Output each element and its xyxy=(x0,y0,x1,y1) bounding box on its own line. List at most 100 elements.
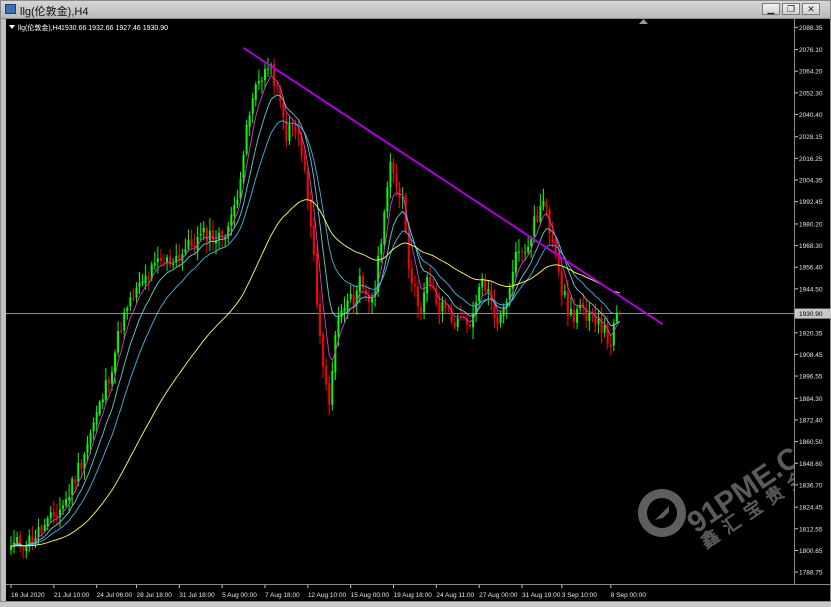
candle-body xyxy=(52,512,55,517)
candle-body xyxy=(563,291,566,296)
candle xyxy=(453,318,456,330)
candle-body xyxy=(178,254,181,259)
candle xyxy=(13,530,16,554)
candle-body xyxy=(276,85,279,87)
candle xyxy=(254,81,257,107)
candle xyxy=(410,259,413,292)
price-tick-label: 2004.35 xyxy=(799,178,823,185)
window-titlebar[interactable]: llg(伦敦金),H4 ▁ ❐ ✕ xyxy=(1,1,830,19)
candle xyxy=(386,181,389,219)
candle-body xyxy=(135,287,138,298)
candle xyxy=(159,248,162,267)
time-tick-label: 28 Jul 18:00 xyxy=(136,592,172,599)
candle-body xyxy=(163,262,165,264)
candle xyxy=(499,310,502,328)
candle-body xyxy=(358,276,361,292)
candle-body xyxy=(527,246,530,253)
minimize-button[interactable]: ▁ xyxy=(762,3,780,15)
candle xyxy=(591,307,594,323)
candle xyxy=(175,243,178,267)
candle xyxy=(309,190,312,238)
restore-button[interactable]: ❐ xyxy=(782,3,800,15)
candle xyxy=(205,225,208,254)
candle-body xyxy=(114,352,117,374)
candle xyxy=(98,399,101,417)
price-tick-label: 1968.30 xyxy=(799,243,823,250)
candle xyxy=(475,294,478,323)
candle-body xyxy=(395,173,398,188)
time-tick-label: 8 Sep 00:00 xyxy=(611,592,646,599)
candle-body xyxy=(542,200,545,207)
price-tick-label: 2076.10 xyxy=(799,47,823,54)
price-tick-label: 1980.20 xyxy=(799,221,823,228)
candle-body xyxy=(569,308,572,315)
candle xyxy=(618,310,621,316)
trendline[interactable] xyxy=(243,47,664,326)
price-tick-label: 2052.30 xyxy=(799,90,823,97)
candle-body xyxy=(566,292,569,317)
candle xyxy=(331,361,334,411)
candle-body xyxy=(306,170,309,200)
candle xyxy=(141,273,144,287)
candle xyxy=(83,452,86,480)
candle-body xyxy=(499,314,502,324)
candle-body xyxy=(319,303,322,336)
candle-body xyxy=(361,275,364,289)
close-button[interactable]: ✕ xyxy=(802,3,820,15)
candle xyxy=(208,218,211,252)
candle xyxy=(560,267,563,306)
time-tick-label: 16 Jul 2020 xyxy=(11,592,45,599)
candle xyxy=(576,304,579,330)
moving-average-line xyxy=(10,74,621,547)
candle-body xyxy=(380,244,383,255)
candle xyxy=(25,540,28,559)
candle xyxy=(426,273,429,303)
dropdown-triangle-icon[interactable] xyxy=(9,25,15,29)
candle-body xyxy=(263,69,266,81)
candle xyxy=(502,303,505,324)
candle xyxy=(49,506,52,524)
candle xyxy=(178,244,181,268)
candle xyxy=(539,193,542,226)
candle-body xyxy=(478,286,481,302)
candle-body xyxy=(92,422,95,432)
price-tick-label: 1884.30 xyxy=(799,396,823,403)
candle xyxy=(444,298,447,315)
candle xyxy=(392,157,395,184)
candle xyxy=(514,242,517,280)
candle xyxy=(609,334,612,356)
candle-body xyxy=(187,240,190,249)
candle xyxy=(190,229,193,249)
price-tick-label: 1836.70 xyxy=(799,482,823,489)
candle xyxy=(325,358,328,391)
candle xyxy=(615,305,618,324)
candle-body xyxy=(107,379,110,384)
price-tick-label: 2088.35 xyxy=(799,25,823,32)
candle-body xyxy=(254,84,257,100)
chart-plot-area[interactable]: 91PME.COM 鑫汇宝贵金属 llg(伦敦金),H4 1930.66 193… xyxy=(6,19,831,584)
candle xyxy=(263,63,266,89)
candle xyxy=(352,284,355,314)
candle-body xyxy=(352,294,355,305)
candle xyxy=(28,529,31,552)
candle-body xyxy=(156,258,159,262)
candle xyxy=(193,233,196,256)
candle xyxy=(517,239,520,262)
candle-body xyxy=(444,303,447,309)
candle xyxy=(101,393,104,409)
candle-body xyxy=(74,479,77,484)
time-tick-label: 19 Aug 18:00 xyxy=(394,592,433,599)
candle xyxy=(319,291,322,345)
watermark-logo-icon xyxy=(638,489,686,537)
candle xyxy=(211,220,214,251)
price-chart: 91PME.COM 鑫汇宝贵金属 llg(伦敦金),H4 1930.66 193… xyxy=(6,19,831,559)
candle-body xyxy=(77,462,80,483)
candle-body xyxy=(325,366,328,385)
candle xyxy=(218,227,221,250)
shift-marker-icon[interactable] xyxy=(639,19,648,24)
candle-body xyxy=(239,179,242,199)
moving-average-line xyxy=(10,120,620,547)
candle xyxy=(542,188,545,211)
candle-body xyxy=(413,284,416,287)
price-tick-label: 1872.40 xyxy=(799,417,823,424)
